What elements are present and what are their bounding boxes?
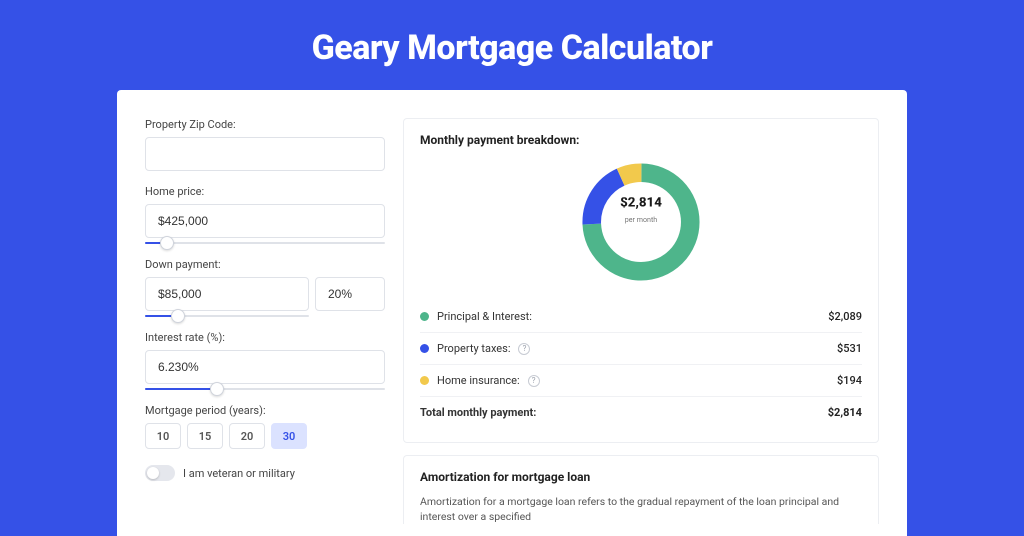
price-label: Home price:: [145, 185, 385, 198]
legend-dot: [420, 376, 429, 385]
zip-group: Property Zip Code:: [145, 118, 385, 171]
legend-row: Home insurance:? $194: [420, 364, 862, 396]
info-icon[interactable]: ?: [528, 375, 540, 387]
period-button-15[interactable]: 15: [187, 423, 223, 449]
rate-input[interactable]: [145, 350, 385, 384]
legend-row: Principal & Interest: $2,089: [420, 301, 862, 332]
rate-slider-fill: [145, 388, 217, 390]
zip-input[interactable]: [145, 137, 385, 171]
down-slider[interactable]: [145, 315, 309, 317]
donut-chart: $2,814 per month: [420, 157, 862, 287]
veteran-label: I am veteran or military: [183, 467, 295, 480]
down-group: Down payment:: [145, 258, 385, 317]
legend-value: $2,089: [828, 310, 862, 323]
page-title: Geary Mortgage Calculator: [0, 0, 1024, 90]
period-button-30[interactable]: 30: [271, 423, 307, 449]
calculator-card: Property Zip Code: Home price: Down paym…: [117, 90, 907, 536]
period-button-20[interactable]: 20: [229, 423, 265, 449]
amortization-body: Amortization for a mortgage loan refers …: [420, 494, 862, 524]
down-slider-thumb[interactable]: [171, 309, 185, 323]
period-row: 10152030: [145, 423, 385, 449]
breakdown-column: Monthly payment breakdown: $2,814 per mo…: [403, 118, 879, 536]
price-group: Home price:: [145, 185, 385, 244]
rate-group: Interest rate (%):: [145, 331, 385, 390]
donut-amount: $2,814: [601, 197, 681, 212]
period-button-10[interactable]: 10: [145, 423, 181, 449]
legend-label: Property taxes:: [437, 342, 510, 355]
donut-sub: per month: [601, 216, 681, 225]
price-slider[interactable]: [145, 242, 385, 244]
veteran-toggle[interactable]: [145, 465, 175, 481]
period-label: Mortgage period (years):: [145, 404, 385, 417]
total-row: Total monthly payment: $2,814: [420, 396, 862, 428]
breakdown-panel: Monthly payment breakdown: $2,814 per mo…: [403, 118, 879, 443]
amortization-panel: Amortization for mortgage loan Amortizat…: [403, 455, 879, 524]
down-label: Down payment:: [145, 258, 385, 271]
veteran-row: I am veteran or military: [145, 465, 385, 481]
legend-label: Principal & Interest:: [437, 310, 532, 323]
legend-dot: [420, 312, 429, 321]
legend-label: Home insurance:: [437, 374, 520, 387]
breakdown-title: Monthly payment breakdown:: [420, 133, 862, 147]
form-column: Property Zip Code: Home price: Down paym…: [145, 118, 385, 536]
down-percent-input[interactable]: [315, 277, 385, 311]
amortization-title: Amortization for mortgage loan: [420, 470, 862, 484]
price-slider-thumb[interactable]: [160, 236, 174, 250]
total-value: $2,814: [828, 406, 862, 419]
info-icon[interactable]: ?: [518, 343, 530, 355]
legend-value: $194: [837, 374, 862, 387]
rate-label: Interest rate (%):: [145, 331, 385, 344]
price-input[interactable]: [145, 204, 385, 238]
total-label: Total monthly payment:: [420, 406, 536, 419]
rate-slider[interactable]: [145, 388, 385, 390]
donut-svg: $2,814 per month: [576, 157, 706, 287]
legend-dot: [420, 344, 429, 353]
period-group: Mortgage period (years): 10152030: [145, 404, 385, 449]
legend-row: Property taxes:? $531: [420, 332, 862, 364]
legend-value: $531: [837, 342, 862, 355]
down-amount-input[interactable]: [145, 277, 309, 311]
zip-label: Property Zip Code:: [145, 118, 385, 131]
rate-slider-thumb[interactable]: [210, 382, 224, 396]
